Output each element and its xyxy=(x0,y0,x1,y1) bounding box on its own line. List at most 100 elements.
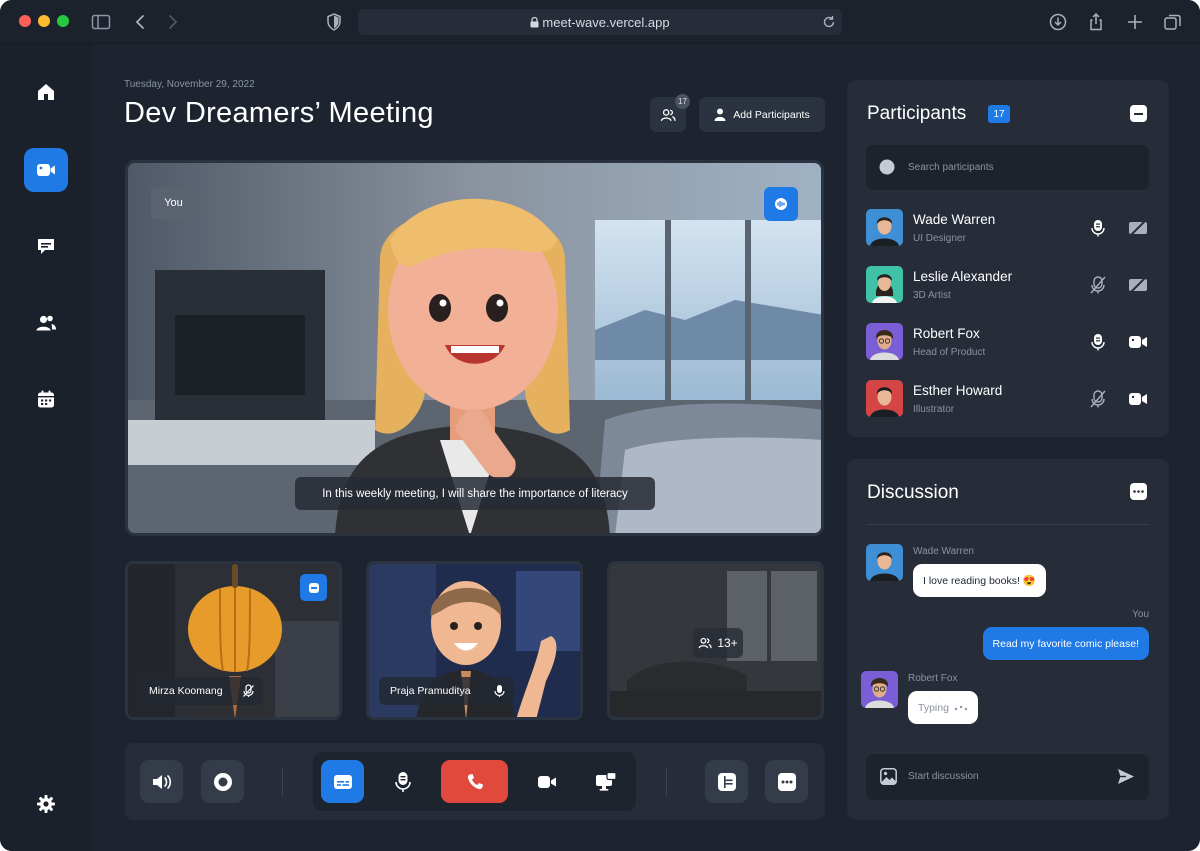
captions-button[interactable] xyxy=(321,760,364,803)
participant-row[interactable]: Robert Fox Head of Product xyxy=(866,323,1156,363)
shield-icon[interactable] xyxy=(324,12,344,32)
sidebar-item-settings[interactable] xyxy=(24,782,68,826)
participant-role: Head of Product xyxy=(913,347,986,358)
participants-count-badge: 17 xyxy=(988,105,1010,123)
download-icon[interactable] xyxy=(1048,12,1068,32)
browser-toolbar: meet-wave.vercel.app xyxy=(0,0,1200,44)
back-icon[interactable] xyxy=(131,12,151,32)
settings-gear-icon xyxy=(37,795,55,813)
participant-row[interactable]: Esther Howard Illustrator xyxy=(866,380,1156,420)
typing-bubble: Typing xyxy=(908,691,978,724)
sidebar xyxy=(0,44,93,851)
search-placeholder: Search participants xyxy=(908,162,994,173)
sidebar-item-home[interactable] xyxy=(24,70,68,114)
record-button[interactable] xyxy=(201,760,244,803)
audio-wave-indicator[interactable] xyxy=(764,187,798,221)
camera-off-icon[interactable] xyxy=(1128,218,1148,238)
avatar xyxy=(866,380,903,417)
end-call-button[interactable] xyxy=(441,760,508,803)
add-participants-button[interactable]: Add Participants xyxy=(699,97,825,132)
microphone-button[interactable] xyxy=(381,760,424,803)
audio-wave-icon xyxy=(308,582,319,593)
typing-text: Typing xyxy=(918,701,949,714)
sidebar-item-chat[interactable] xyxy=(24,224,68,268)
record-icon xyxy=(213,772,232,791)
discussion-options-button[interactable] xyxy=(1130,483,1147,500)
discussion-panel: Discussion Wade Warren I love reading bo… xyxy=(847,459,1169,820)
sidebar-toggle-icon[interactable] xyxy=(91,12,111,32)
video-camera-icon[interactable] xyxy=(1128,389,1148,409)
more-participants-pill[interactable]: 13+ xyxy=(693,628,743,658)
typing-dots-icon xyxy=(954,705,968,710)
url: meet-wave.vercel.app xyxy=(542,15,670,30)
main-video[interactable]: You In this weekly meeting, I will share… xyxy=(125,160,824,536)
participant-name: Robert Fox xyxy=(913,326,980,341)
collapse-participants-button[interactable] xyxy=(1130,105,1147,122)
speaker-icon xyxy=(152,774,171,789)
reload-icon[interactable] xyxy=(822,15,836,29)
add-participants-label: Add Participants xyxy=(733,108,810,121)
sidebar-item-contacts[interactable] xyxy=(24,301,68,345)
mic-off-icon xyxy=(243,684,254,697)
participant-role: Illustrator xyxy=(913,404,955,415)
video-camera-icon[interactable] xyxy=(1128,332,1148,352)
share-icon[interactable] xyxy=(1086,12,1106,32)
participant-tile[interactable]: Praja Pramuditya xyxy=(366,561,583,720)
camera-button[interactable] xyxy=(525,760,568,803)
participant-count-badge: 17 xyxy=(675,94,690,109)
message-bubble: I love reading books! 😍 xyxy=(913,564,1046,597)
participant-tile[interactable]: Mirza Koomang xyxy=(125,561,342,720)
live-caption: In this weekly meeting, I will share the… xyxy=(295,477,655,510)
you-label: You xyxy=(151,187,196,219)
mic-off-icon[interactable] xyxy=(1088,389,1108,409)
mic-icon[interactable] xyxy=(1088,218,1108,238)
more-participants-tile[interactable]: 13+ xyxy=(607,561,824,720)
person-photo xyxy=(870,387,899,417)
speaking-indicator xyxy=(300,574,327,601)
discussion-title: Discussion xyxy=(867,482,959,503)
participants-search[interactable]: Search participants xyxy=(866,145,1149,190)
person-photo xyxy=(865,678,894,708)
users-icon xyxy=(36,315,56,331)
camera-off-icon[interactable] xyxy=(1128,275,1148,295)
tabs-overview-icon[interactable] xyxy=(1163,12,1183,32)
person-photo xyxy=(872,274,897,303)
screen-share-button[interactable] xyxy=(584,760,627,803)
layout-button[interactable] xyxy=(705,760,748,803)
home-icon xyxy=(38,84,54,100)
participant-name-pill: Mirza Koomang xyxy=(138,677,263,705)
speaker-button[interactable] xyxy=(140,760,183,803)
participant-name-pill: Praja Pramuditya xyxy=(379,677,514,705)
message-bubble: Read my favorite comic please! xyxy=(982,627,1149,660)
maximize-window-button[interactable] xyxy=(57,15,69,27)
mic-icon[interactable] xyxy=(1088,332,1108,352)
primary-controls-group xyxy=(313,752,636,811)
address-bar[interactable]: meet-wave.vercel.app xyxy=(358,9,842,35)
message-text: Read my favorite comic please! xyxy=(992,637,1139,650)
image-attach-icon[interactable] xyxy=(880,768,897,785)
new-tab-icon[interactable] xyxy=(1125,12,1145,32)
minus-icon xyxy=(1134,112,1143,115)
message-sender: Robert Fox xyxy=(908,673,958,684)
participant-row[interactable]: Wade Warren UI Designer xyxy=(866,209,1156,249)
discussion-input[interactable]: Start discussion xyxy=(866,754,1149,800)
sidebar-item-meeting[interactable] xyxy=(24,148,68,192)
send-icon[interactable] xyxy=(1117,768,1135,785)
meeting-date: Tuesday, November 29, 2022 xyxy=(124,79,255,90)
minimize-window-button[interactable] xyxy=(38,15,50,27)
audio-wave-icon xyxy=(775,198,787,210)
message-sender: Wade Warren xyxy=(913,546,974,557)
search-icon xyxy=(879,159,895,175)
participant-row[interactable]: Leslie Alexander 3D Artist xyxy=(866,266,1156,306)
video-camera-icon xyxy=(537,775,556,788)
app-window: meet-wave.vercel.app Tuesday, November 2 xyxy=(0,0,1200,851)
close-window-button[interactable] xyxy=(19,15,31,27)
sidebar-item-calendar[interactable] xyxy=(24,377,68,421)
video-camera-icon xyxy=(37,164,55,176)
person-photo xyxy=(870,217,899,246)
forward-icon[interactable] xyxy=(162,12,182,32)
user-icon xyxy=(714,108,726,121)
mic-off-icon[interactable] xyxy=(1088,275,1108,295)
avatar xyxy=(866,323,903,360)
more-options-button[interactable] xyxy=(765,760,808,803)
